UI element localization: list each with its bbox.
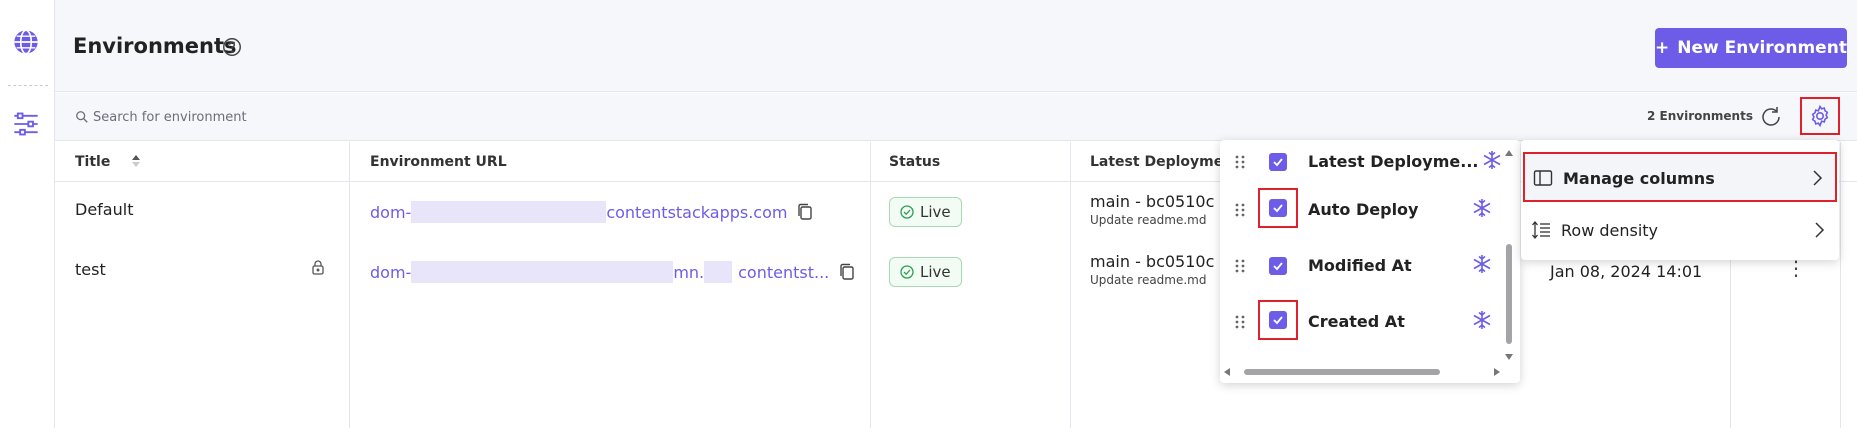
snowflake-icon[interactable] [1472,198,1492,218]
new-environment-label: New Environment [1677,38,1847,58]
drag-handle-icon[interactable] [1234,314,1246,330]
menu-item-row-density[interactable]: Row density [1523,206,1837,256]
left-rail [0,0,55,428]
gear-icon [1811,104,1829,128]
column-checkbox[interactable] [1258,142,1298,182]
column-option[interactable]: Modified At [1220,246,1510,286]
settings-sliders-icon[interactable] [12,110,40,138]
column-divider [1840,142,1841,428]
drag-handle-icon[interactable] [1234,258,1246,274]
page-title: Environments [73,34,237,58]
column-option[interactable]: Auto Deploy [1220,188,1510,230]
chevron-right-icon [1813,170,1823,186]
check-circle-icon [900,205,914,219]
rail-divider [8,85,48,86]
deployment-branch: main - bc0510c [1090,252,1215,271]
menu-item-label: Manage columns [1563,169,1715,188]
status-badge: Live [889,197,962,227]
drag-handle-icon[interactable] [1234,154,1246,170]
row-density-icon [1532,220,1550,240]
column-checkbox[interactable] [1258,300,1298,340]
snowflake-icon[interactable] [1482,150,1502,170]
snowflake-icon[interactable] [1472,254,1492,274]
check-circle-icon [900,265,914,279]
column-title[interactable]: Title [75,154,141,170]
column-divider [349,142,350,428]
table-toolbar: 2 Environments [55,93,1857,141]
help-icon[interactable] [221,36,243,58]
copy-icon[interactable] [839,263,855,281]
table-settings-button[interactable] [1800,97,1840,135]
column-option-label: Created At [1308,312,1405,331]
vertical-scrollbar[interactable] [1504,150,1514,360]
menu-item-label: Row density [1561,221,1659,240]
deployment-message: Update readme.md [1090,213,1207,227]
columns-icon [1533,170,1553,186]
column-divider [870,142,871,428]
redacted-text [411,261,674,283]
column-option[interactable]: Created At [1220,300,1510,342]
column-checkbox[interactable] [1258,188,1298,228]
column-option[interactable]: Latest Deployme... [1220,142,1510,182]
modified-at: Jan 08, 2024 14:01 [1550,262,1703,281]
column-checkbox[interactable] [1258,246,1298,286]
refresh-icon[interactable] [1759,105,1783,129]
column-status[interactable]: Status [889,154,940,170]
snowflake-icon[interactable] [1472,310,1492,330]
new-environment-button[interactable]: + New Environment [1655,28,1847,68]
row-title: Default [75,200,134,219]
column-divider [1070,142,1071,428]
deployment-branch: main - bc0510c [1090,192,1215,211]
environment-url-link[interactable]: dom- mn. contentst... [370,261,855,283]
search-icon [76,111,88,123]
redacted-text [704,261,733,283]
deployment-message: Update readme.md [1090,273,1207,287]
status-badge: Live [889,257,962,287]
row-title: test [75,260,106,279]
sort-icon[interactable] [131,154,141,168]
redacted-text [411,201,607,223]
column-option-label: Latest Deployme... [1308,152,1479,171]
column-latest-deployment[interactable]: Latest Deployment [1090,154,1240,170]
lock-icon [312,260,324,275]
horizontal-scrollbar[interactable] [1224,367,1500,377]
column-option-label: Auto Deploy [1308,200,1419,219]
menu-item-manage-columns[interactable]: Manage columns [1523,152,1837,202]
globe-icon[interactable] [12,28,40,56]
drag-handle-icon[interactable] [1234,202,1246,218]
environment-count: 2 Environments [1647,109,1753,123]
column-picker-dropdown: Latest Deployme... Auto Deploy Modified … [1220,140,1520,383]
plus-icon: + [1655,38,1670,58]
column-option-label: Modified At [1308,256,1412,275]
search-input[interactable] [93,103,453,131]
chevron-right-icon [1815,222,1825,238]
environment-url-link[interactable]: dom- contentstackapps.com [370,201,813,223]
table-settings-menu: Manage columns Row density [1521,140,1839,260]
column-environment-url[interactable]: Environment URL [370,154,507,170]
copy-icon[interactable] [797,203,813,221]
page-header: Environments + New Environment [55,0,1857,92]
